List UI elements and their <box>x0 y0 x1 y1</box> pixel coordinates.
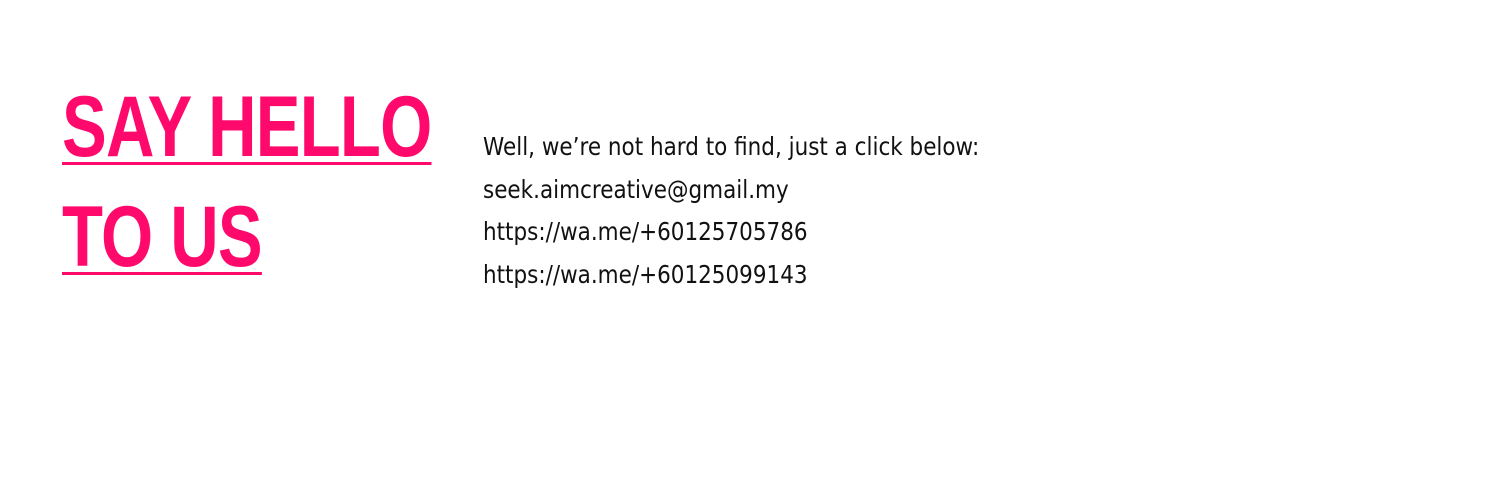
contact-intro-text: Well, we’re not hard to find, just a cli… <box>483 132 980 161</box>
page-title-line-1[interactable]: SAY HELLO <box>62 80 432 174</box>
page-title[interactable]: SAY HELLO TO US <box>62 80 482 300</box>
whatsapp-link-2[interactable]: https://wa.me/+60125099143 <box>483 254 1085 297</box>
contact-block: Well, we’re not hard to find, just a cli… <box>483 126 1183 296</box>
whatsapp-link-1[interactable]: https://wa.me/+60125705786 <box>483 211 1085 254</box>
page: SAY HELLO TO US Well, we’re not hard to … <box>0 0 1500 480</box>
email-link[interactable]: seek.aimcreative@gmail.my <box>483 169 1085 212</box>
page-title-row-1: SAY HELLO <box>62 80 482 190</box>
page-title-row-2: TO US <box>62 190 482 300</box>
page-title-line-2[interactable]: TO US <box>62 190 263 284</box>
